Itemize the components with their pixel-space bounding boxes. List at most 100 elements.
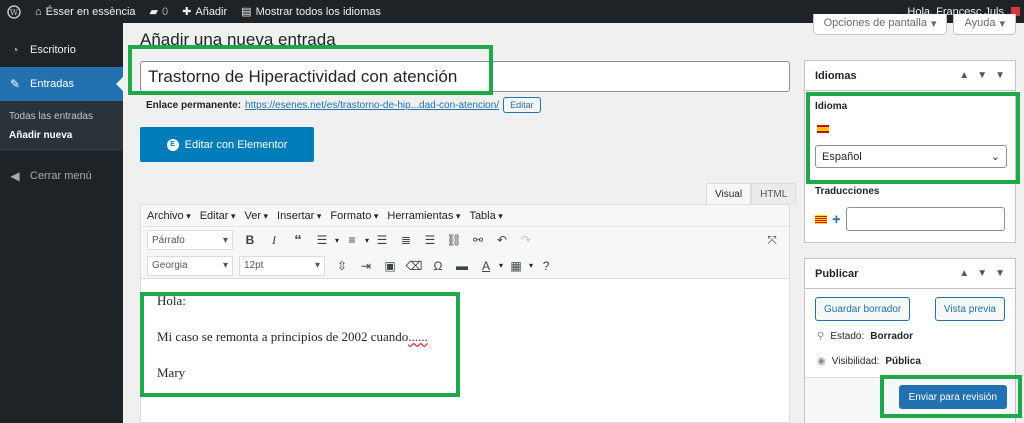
move-down-icon[interactable]: ▼ bbox=[977, 268, 987, 279]
help-icon[interactable]: ? bbox=[535, 255, 557, 277]
submenu-add-new[interactable]: Añadir nueva bbox=[0, 126, 123, 145]
caret-down-icon[interactable]: ▾ bbox=[499, 261, 503, 270]
caret-down-icon[interactable]: ▾ bbox=[335, 236, 339, 245]
move-up-icon[interactable]: ▲ bbox=[959, 268, 969, 279]
format-select[interactable]: Párrafo ▾ bbox=[147, 230, 233, 250]
new-content-link[interactable]: ✚ Añadir bbox=[175, 0, 234, 23]
editor-content[interactable]: Hola: Mi caso se remonta a principios de… bbox=[141, 279, 789, 415]
eye-icon: ◉ bbox=[817, 356, 826, 367]
blockquote-icon[interactable]: “ bbox=[287, 229, 309, 251]
publish-box: Publicar ▲ ▼ ▼ Guardar borrador Vista prev… bbox=[804, 258, 1016, 423]
menu-insertar[interactable]: Insertar bbox=[277, 210, 321, 222]
comments-count: 0 bbox=[162, 5, 169, 18]
toggle-icon[interactable]: ▼ bbox=[995, 70, 1005, 81]
bullet-list-icon[interactable]: ☰ bbox=[311, 229, 333, 251]
language-select[interactable]: Español ⌄ bbox=[815, 145, 1007, 168]
save-draft-button[interactable]: Guardar borrador bbox=[815, 297, 911, 321]
home-icon: ⌂ bbox=[35, 5, 42, 18]
clear-formatting-icon[interactable]: ⌫ bbox=[403, 255, 425, 277]
redo-icon[interactable]: ↷ bbox=[515, 229, 537, 251]
sidebar-item-entradas[interactable]: ✎ Entradas bbox=[0, 67, 123, 101]
editor-toolbar-1: Párrafo ▾ B I “ ☰ ▾ ≡ ▾ ☰ ≣ ☰ ⛓ ⚯ ↶ ↷ ⤧ bbox=[141, 227, 789, 253]
site-name-link[interactable]: ⌂ Ésser en essència bbox=[28, 0, 143, 23]
menu-herramientas[interactable]: Herramientas bbox=[387, 210, 460, 222]
publish-box-title: Publicar bbox=[815, 267, 859, 280]
languages-box-title: Idiomas bbox=[815, 69, 857, 82]
menu-archivo[interactable]: Archivo bbox=[147, 210, 191, 222]
table-icon[interactable]: ▦ bbox=[505, 255, 527, 277]
translation-input[interactable] bbox=[845, 207, 1005, 231]
move-down-icon[interactable]: ▼ bbox=[977, 70, 987, 81]
line-height-icon[interactable]: ⇳ bbox=[331, 255, 353, 277]
edit-with-elementor-button[interactable]: E Editar con Elementor bbox=[140, 127, 314, 162]
permalink: Enlace permanente: https://esenes.net/es… bbox=[146, 97, 541, 113]
caret-down-icon: ▾ bbox=[222, 234, 228, 246]
comments-link[interactable]: ▰ 0 bbox=[143, 0, 176, 23]
translate-icon: ▤ bbox=[241, 6, 252, 18]
preview-button[interactable]: Vista previa bbox=[934, 297, 1005, 321]
editor-tabs: Visual HTML bbox=[706, 183, 797, 205]
tab-visual[interactable]: Visual bbox=[706, 183, 752, 205]
tab-html[interactable]: HTML bbox=[751, 183, 797, 205]
language-label: Idioma bbox=[815, 101, 848, 112]
post-title-input[interactable]: Trastorno de Hiperactividad con atención bbox=[140, 61, 790, 92]
toggle-icon[interactable]: ▼ bbox=[995, 268, 1005, 279]
submenu-all-posts[interactable]: Todas las entradas bbox=[0, 107, 123, 126]
publish-box-header: Publicar ▲ ▼ ▼ bbox=[805, 259, 1015, 289]
entradas-submenu: Todas las entradas Añadir nueva bbox=[0, 101, 123, 151]
caret-down-icon[interactable]: ▾ bbox=[365, 236, 369, 245]
unlink-icon[interactable]: ⚯ bbox=[467, 229, 489, 251]
pin-icon: ✎ bbox=[9, 77, 21, 91]
link-icon[interactable]: ⛓ bbox=[443, 229, 465, 251]
permalink-url[interactable]: https://esenes.net/es/trastorno-de-hip..… bbox=[245, 100, 499, 111]
help-button[interactable]: Ayuda ▾ bbox=[953, 14, 1016, 35]
chevron-down-icon: ⌄ bbox=[990, 151, 1000, 163]
menu-editar[interactable]: Editar bbox=[200, 210, 236, 222]
collapse-menu-button[interactable]: ◀ Cerrar menú bbox=[0, 159, 123, 193]
site-name: Ésser en essència bbox=[45, 5, 136, 18]
wordpress-logo-icon[interactable]: W bbox=[0, 0, 28, 23]
caret-down-icon[interactable]: ▾ bbox=[529, 261, 533, 270]
content-paragraph: Mi caso se remonta a principios de 2002 … bbox=[157, 329, 428, 344]
paste-text-icon[interactable]: ▣ bbox=[379, 255, 401, 277]
languages-label: Mostrar todos los idiomas bbox=[255, 5, 381, 18]
menu-ver[interactable]: Ver bbox=[245, 210, 269, 222]
page-title: Añadir una nueva entrada bbox=[140, 30, 336, 49]
content-editor: Archivo Editar Ver Insertar Formato Herr… bbox=[140, 204, 790, 423]
numbered-list-icon[interactable]: ≡ bbox=[341, 229, 363, 251]
italic-icon[interactable]: I bbox=[263, 229, 285, 251]
admin-sidebar: ◔ Escritorio ✎ Entradas Todas las entrad… bbox=[0, 23, 123, 423]
edit-permalink-button[interactable]: Editar bbox=[503, 97, 541, 113]
content-paragraph: Mary bbox=[157, 365, 186, 380]
fullscreen-icon[interactable]: ⤧ bbox=[761, 229, 783, 251]
add-translation-icon[interactable]: + bbox=[832, 211, 841, 228]
undo-icon[interactable]: ↶ bbox=[491, 229, 513, 251]
bold-icon[interactable]: B bbox=[239, 229, 261, 251]
text-color-icon[interactable]: A bbox=[475, 255, 497, 277]
post-visibility: ◉ Visibilidad: Pública bbox=[817, 356, 921, 367]
indent-icon[interactable]: ⇥ bbox=[355, 255, 377, 277]
font-family-select[interactable]: Georgia ▾ bbox=[147, 255, 233, 276]
horizontal-line-icon[interactable]: ▬ bbox=[451, 255, 473, 277]
align-right-icon[interactable]: ☰ bbox=[419, 229, 441, 251]
screen-options-button[interactable]: Opciones de pantalla ▾ bbox=[812, 14, 948, 35]
collapse-icon: ◀ bbox=[10, 169, 20, 183]
sidebar-item-label: Cerrar menú bbox=[30, 170, 92, 182]
show-all-languages-link[interactable]: ▤ Mostrar todos los idiomas bbox=[234, 0, 388, 23]
elementor-icon: E bbox=[166, 138, 179, 151]
new-label: Añadir bbox=[195, 5, 228, 18]
comment-icon: ▰ bbox=[149, 6, 159, 18]
editor-toolbar-2: Georgia ▾ 12pt ▾ ⇳ ⇥ ▣ ⌫ Ω ▬ A ▾ ▦ ▾ ? bbox=[141, 253, 789, 279]
plus-icon: ✚ bbox=[182, 6, 192, 18]
align-left-icon[interactable]: ☰ bbox=[371, 229, 393, 251]
menu-tabla[interactable]: Tabla bbox=[469, 210, 502, 222]
menu-formato[interactable]: Formato bbox=[330, 210, 378, 222]
submit-for-review-button[interactable]: Enviar para revisión bbox=[898, 385, 1007, 409]
pin-icon: ⚲ bbox=[817, 331, 825, 342]
move-up-icon[interactable]: ▲ bbox=[959, 70, 969, 81]
sidebar-item-escritorio[interactable]: ◔ Escritorio bbox=[0, 33, 123, 67]
font-size-select[interactable]: 12pt ▾ bbox=[239, 255, 325, 276]
align-center-icon[interactable]: ≣ bbox=[395, 229, 417, 251]
translations-label: Traducciones bbox=[815, 186, 880, 197]
special-character-icon[interactable]: Ω bbox=[427, 255, 449, 277]
